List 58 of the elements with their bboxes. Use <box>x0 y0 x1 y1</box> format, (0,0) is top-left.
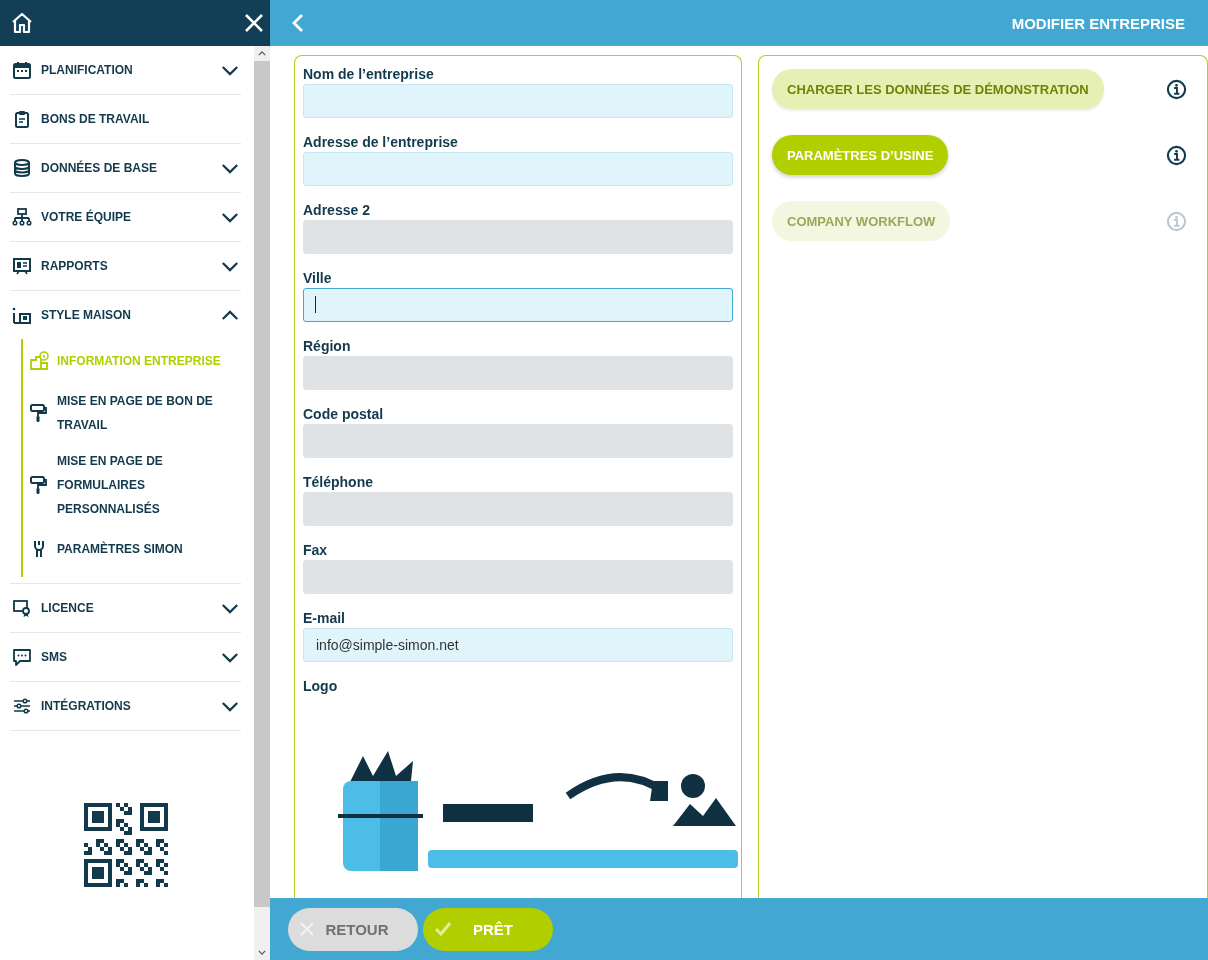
menu-item[interactable]: STYLE MAISON <box>10 291 241 339</box>
field-label: Région <box>303 338 352 356</box>
check-icon <box>435 922 451 936</box>
presentation-icon <box>12 256 32 276</box>
close-icon <box>300 922 314 936</box>
chevron-icon[interactable] <box>221 64 239 76</box>
home-icon[interactable] <box>10 11 34 35</box>
clipboard-icon <box>12 109 32 129</box>
back-icon[interactable] <box>292 13 304 33</box>
menu-item[interactable]: DONNÉES DE BASE <box>10 144 241 193</box>
field-label: E-mail <box>303 610 346 628</box>
submenu-item[interactable]: PARAMÈTRES SIMON <box>23 527 241 571</box>
field-label: Adresse de l’entreprise <box>303 134 459 152</box>
page-title: MODIFIER ENTREPRISE <box>1011 14 1185 32</box>
building-info-icon <box>29 351 49 371</box>
menu-item[interactable]: LICENCE <box>10 584 241 633</box>
paint-roller-icon <box>29 475 49 495</box>
field-label: Fax <box>303 542 329 560</box>
scroll-up-icon[interactable] <box>258 51 266 56</box>
menu-item[interactable]: BONS DE TRAVAIL <box>10 95 241 144</box>
menu-item[interactable]: RAPPORTS <box>10 242 241 291</box>
qr-code-icon <box>83 803 168 887</box>
menu-item[interactable]: VOTRE ÉQUIPE <box>10 193 241 242</box>
certificate-icon <box>12 598 32 618</box>
calendar-icon <box>12 60 32 80</box>
field-label: Adresse 2 <box>303 202 371 220</box>
menu-item[interactable]: INTÉGRATIONS <box>10 682 241 731</box>
action-button[interactable]: CHARGER LES DONNÉES DE DÉMONSTRATION <box>772 69 1104 109</box>
field-label: Ville <box>303 270 333 288</box>
field-label: Logo <box>303 678 339 696</box>
field-label: Code postal <box>303 406 385 424</box>
paint-roller-icon <box>29 403 49 423</box>
chevron-icon[interactable] <box>221 211 239 223</box>
chevron-icon[interactable] <box>221 602 239 614</box>
input-field[interactable] <box>303 288 733 322</box>
close-icon[interactable] <box>244 13 264 33</box>
field-label: Nom de l’entreprise <box>303 66 435 84</box>
chevron-icon[interactable] <box>221 162 239 174</box>
layout-icon <box>12 305 32 325</box>
submenu-item[interactable]: MISE EN PAGE DE FORMULAIRES PERSONNALISÉS <box>23 443 241 527</box>
org-chart-icon <box>12 207 32 227</box>
scrollbar[interactable] <box>254 46 270 960</box>
sliders-icon <box>12 696 32 716</box>
chevron-icon[interactable] <box>221 700 239 712</box>
chevron-icon[interactable] <box>221 651 239 663</box>
chat-icon <box>12 647 32 667</box>
input-field[interactable]: info@simple-simon.net <box>303 628 733 662</box>
menu-item[interactable]: PLANIFICATION <box>10 46 241 95</box>
scroll-down-icon[interactable] <box>258 950 266 955</box>
info-icon[interactable] <box>1166 78 1187 100</box>
chevron-icon[interactable] <box>221 260 239 272</box>
chevron-icon[interactable] <box>221 309 239 321</box>
database-icon <box>12 158 32 178</box>
back-button[interactable]: RETOUR <box>288 907 418 951</box>
submenu-item[interactable]: MISE EN PAGE DE BON DE TRAVAIL <box>23 383 241 443</box>
field-label: Téléphone <box>303 474 374 492</box>
info-icon[interactable] <box>1166 144 1187 166</box>
menu-item[interactable]: SMS <box>10 633 241 682</box>
